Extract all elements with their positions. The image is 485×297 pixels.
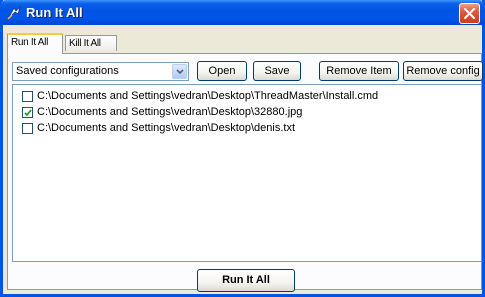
- close-button[interactable]: [459, 3, 480, 24]
- item-path: C:\Documents and Settings\vedran\Desktop…: [37, 90, 379, 102]
- item-path: C:\Documents and Settings\vedran\Desktop…: [37, 106, 303, 118]
- open-button[interactable]: Open: [197, 61, 247, 81]
- item-checkbox[interactable]: [22, 91, 33, 102]
- item-checkbox[interactable]: [22, 107, 33, 118]
- tab-run-it-all[interactable]: Run It All: [7, 33, 63, 54]
- config-dropdown[interactable]: Saved configurations: [12, 62, 189, 81]
- runner-icon: [7, 5, 21, 20]
- remove-item-button[interactable]: Remove Item: [319, 61, 399, 81]
- close-icon: [464, 8, 475, 19]
- checkmark-icon: [24, 109, 32, 117]
- file-list[interactable]: C:\Documents and Settings\vedran\Desktop…: [12, 84, 482, 262]
- title-bar[interactable]: Run It All: [0, 0, 485, 25]
- item-checkbox[interactable]: [22, 123, 33, 134]
- config-dropdown-value: Saved configurations: [16, 65, 119, 77]
- item-path: C:\Documents and Settings\vedran\Desktop…: [37, 122, 296, 134]
- window-title: Run It All: [26, 5, 83, 20]
- dropdown-button[interactable]: [172, 64, 187, 79]
- save-button[interactable]: Save: [253, 61, 301, 81]
- remove-config-button[interactable]: Remove config: [403, 61, 483, 81]
- run-it-all-button[interactable]: Run It All: [197, 269, 295, 292]
- chevron-down-icon: [176, 69, 184, 75]
- tab-kill-it-all[interactable]: Kill It All: [65, 35, 117, 51]
